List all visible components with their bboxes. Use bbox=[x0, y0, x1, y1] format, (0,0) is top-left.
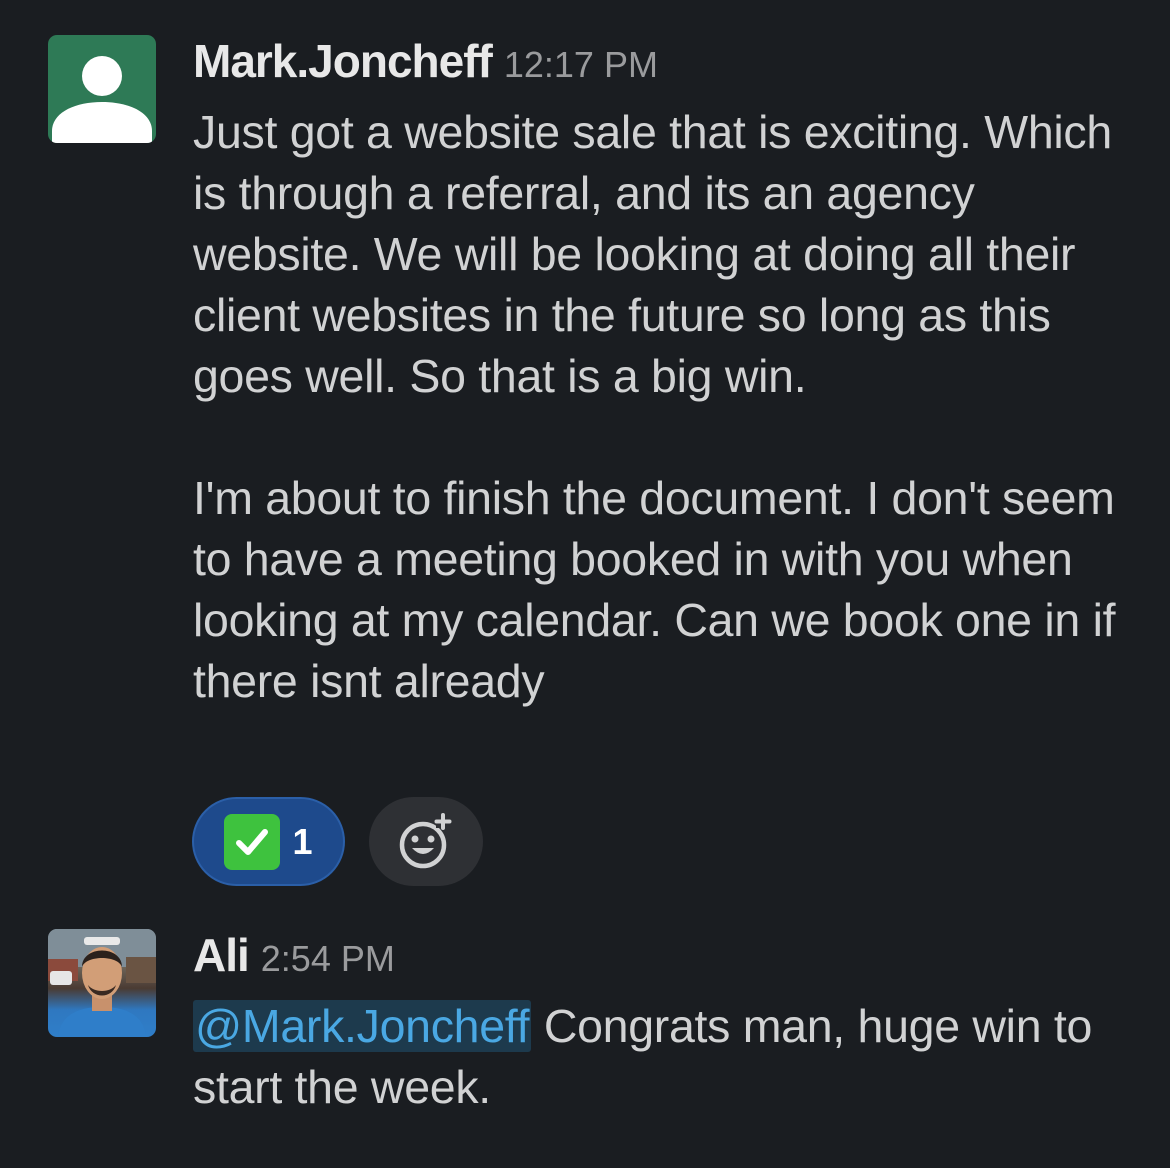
message-timestamp[interactable]: 2:54 PM bbox=[261, 938, 395, 979]
message-paragraph: @Mark.Joncheff Congrats man, huge win to… bbox=[193, 996, 1133, 1118]
message-ali: Ali 2:54 PM @Mark.Joncheff Congrats man, … bbox=[0, 0, 1170, 1168]
user-mention[interactable]: @Mark.Joncheff bbox=[193, 1000, 532, 1052]
message-header: Ali 2:54 PM bbox=[193, 928, 395, 982]
sender-name[interactable]: Ali bbox=[193, 929, 250, 981]
avatar-ali[interactable] bbox=[48, 929, 156, 1037]
user-photo-icon bbox=[48, 929, 156, 1037]
message-body: @Mark.Joncheff Congrats man, huge win to… bbox=[193, 996, 1133, 1118]
